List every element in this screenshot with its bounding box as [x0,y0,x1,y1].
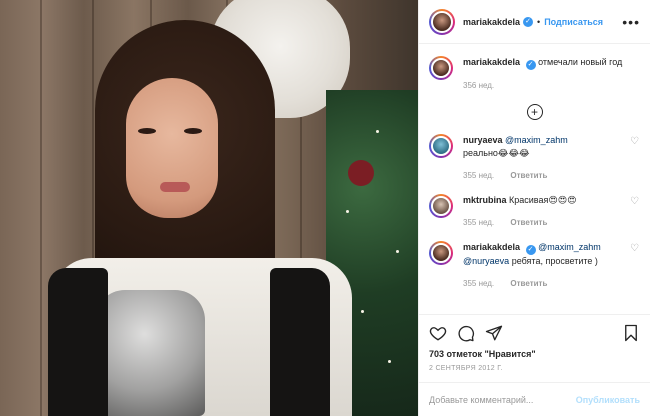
avatar[interactable] [429,241,453,265]
comment: mktrubina Красивая😍😍😍 355 нед. Ответить … [429,182,640,229]
comment-text: реально😂😂😂 [463,148,530,158]
comment-like-heart-icon[interactable]: ♡ [630,196,640,229]
follow-button[interactable]: Подписаться [544,17,603,27]
like-heart-icon[interactable] [429,324,447,342]
comment-mention[interactable]: @nuryaeva [463,256,509,266]
comment-text: ребята, просветите ) [511,256,598,266]
comment: mariakakdela ✓ @maxim_zahm @nuryaeva реб… [429,229,640,290]
tree-light [346,210,349,213]
tree-light [376,130,379,133]
tree-ornament [348,160,374,186]
tree-light [388,360,391,363]
face [126,78,218,218]
save-bookmark-icon[interactable] [622,324,640,342]
avatar[interactable] [429,56,453,80]
caption-body: mariakakdela ✓ отмечали новый год 356 не… [463,56,640,92]
post-side-panel: mariakakdela ✓ • Подписаться ••• mariaka… [418,0,650,416]
avatar[interactable] [429,8,455,35]
comment-mention[interactable]: @maxim_zahm [538,242,601,252]
comment-time[interactable]: 355 нед. [463,279,494,288]
load-more-comments: + [429,92,640,122]
avatar[interactable] [429,134,453,158]
tree-light [396,250,399,253]
wood-plank-line [40,0,42,416]
publish-button[interactable]: Опубликовать [576,395,640,405]
eye-left [138,128,156,134]
comment-username[interactable]: mariakakdela [463,242,520,252]
load-more-comments-icon[interactable]: + [526,104,543,120]
more-options-icon[interactable]: ••• [622,14,640,30]
reply-button[interactable]: Ответить [510,171,547,180]
vest-right [270,268,330,416]
comment-body: mariakakdela ✓ @maxim_zahm @nuryaeva реб… [463,241,630,290]
caption-time[interactable]: 356 нед. [463,81,494,90]
comment-time[interactable]: 355 нед. [463,218,494,227]
add-comment-input[interactable] [429,394,576,405]
comment-username[interactable]: nuryaeva [463,135,503,145]
comment: nuryaeva @maxim_zahm реально😂😂😂 355 нед.… [429,122,640,182]
avatar-image [431,243,451,263]
comment-text: Красивая😍😍😍 [509,195,577,205]
vest-left [48,268,108,416]
verified-badge-icon: ✓ [525,60,536,70]
share-send-icon[interactable] [485,324,503,342]
lips [160,182,190,192]
caption: mariakakdela ✓ отмечали новый год 356 не… [429,44,640,92]
instagram-post-view: mariakakdela ✓ • Подписаться ••• mariaka… [0,0,650,416]
comment-bubble-icon[interactable] [457,324,475,342]
comment-body: nuryaeva @maxim_zahm реально😂😂😂 355 нед.… [463,134,630,182]
avatar[interactable] [429,194,453,218]
tree-light [361,310,364,313]
post-author-username[interactable]: mariakakdela [463,17,520,27]
comment-meta: 355 нед. Ответить [463,169,630,182]
comment-like-heart-icon[interactable]: ♡ [630,243,640,290]
comment-body: mktrubina Красивая😍😍😍 355 нед. Ответить [463,194,630,229]
comment-meta: 355 нед. Ответить [463,277,630,290]
avatar-image [431,196,451,216]
add-comment-bar: Опубликовать [419,382,650,416]
post-date[interactable]: 2 СЕНТЯБРЯ 2012 Г. [429,365,640,372]
separator-dot: • [537,16,541,27]
post-actions: 703 отметок "Нравится" 2 СЕНТЯБРЯ 2012 Г… [419,314,650,372]
comment-meta: 355 нед. Ответить [463,216,630,229]
comment-mention[interactable]: @maxim_zahm [505,135,568,145]
avatar-image [431,10,453,33]
post-header: mariakakdela ✓ • Подписаться ••• [419,0,650,44]
t-shirt-print [95,290,205,416]
verified-badge-icon: ✓ [525,245,536,255]
avatar-image [431,136,451,156]
likes-count[interactable]: 703 отметок "Нравится" [429,349,640,359]
action-icons [429,323,640,343]
caption-meta: 356 нед. [463,79,640,92]
comments-list: mariakakdela ✓ отмечали новый год 356 не… [419,44,650,314]
caption-username[interactable]: mariakakdela [463,57,520,67]
post-photo[interactable] [0,0,418,416]
eye-right [184,128,202,134]
reply-button[interactable]: Ответить [510,218,547,227]
reply-button[interactable]: Ответить [510,279,547,288]
verified-badge-icon: ✓ [523,16,534,27]
comment-like-heart-icon[interactable]: ♡ [630,136,640,182]
comment-username[interactable]: mktrubina [463,195,507,205]
avatar-image [431,58,451,78]
caption-text: отмечали новый год [538,57,623,67]
comment-time[interactable]: 355 нед. [463,171,494,180]
